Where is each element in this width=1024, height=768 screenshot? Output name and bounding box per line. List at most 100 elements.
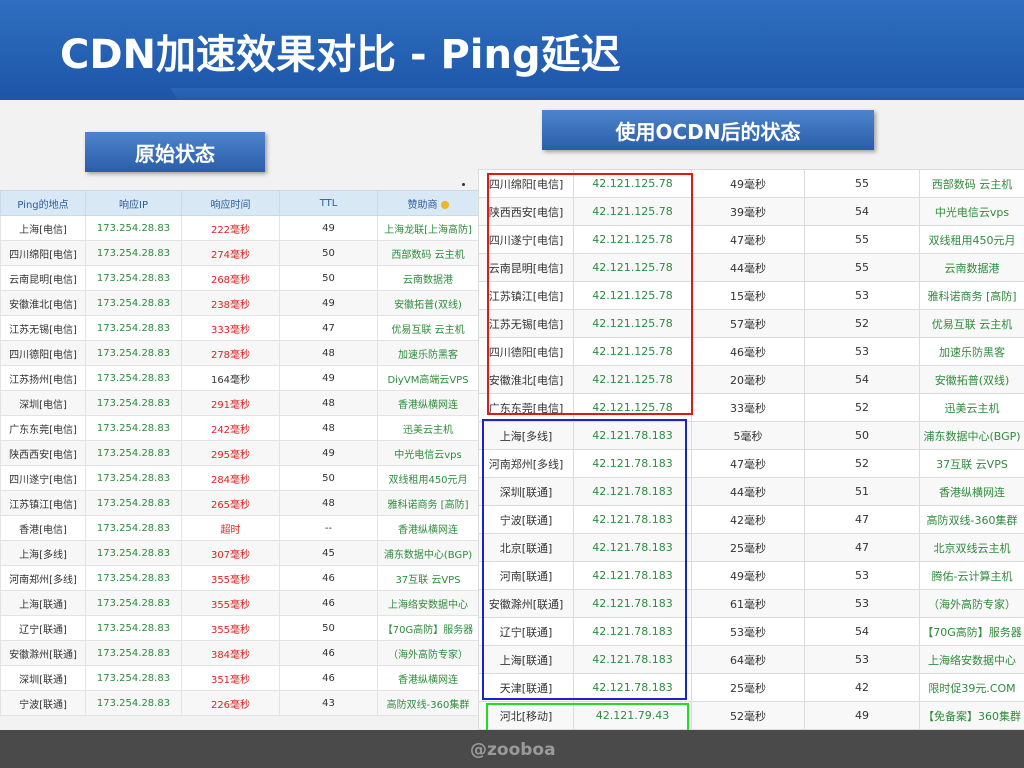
ttl-value: 51: [804, 477, 920, 506]
response-time: 20毫秒: [691, 365, 805, 394]
sponsor-link: 【70G高防】服务器: [919, 617, 1024, 646]
table-row: 深圳[联通] 173.254.28.83 351毫秒 46 香港纵横网连: [0, 665, 479, 691]
sponsor-link: 高防双线-360集群: [377, 690, 479, 716]
sponsor-link: 加速乐防黑客: [919, 337, 1024, 366]
ping-location: 辽宁[联通]: [0, 615, 86, 641]
ping-location: 上海[联通]: [0, 590, 86, 616]
ping-location: 四川遂宁[电信]: [478, 225, 574, 254]
table-row: 江苏镇江[电信] 173.254.28.83 265毫秒 48 雅科诺商务 [高防]: [0, 490, 479, 516]
sponsor-link: 香港纵横网连: [377, 390, 479, 416]
sponsor-link: 上海龙联[上海高防]: [377, 215, 479, 241]
ttl-value: 50: [279, 615, 378, 641]
ping-location: 广东东莞[电信]: [0, 415, 86, 441]
sponsor-link: 上海络安数据中心: [377, 590, 479, 616]
ping-location: 上海[联通]: [478, 645, 574, 674]
ttl-value: 54: [804, 365, 920, 394]
response-time: 33毫秒: [691, 393, 805, 422]
table-row: 安徽滁州[联通] 173.254.28.83 384毫秒 46 （海外高防专家）: [0, 640, 479, 666]
response-ip: 42.121.125.78: [573, 225, 692, 254]
response-time: 61毫秒: [691, 589, 805, 618]
response-ip: 173.254.28.83: [85, 265, 182, 291]
response-time: 49毫秒: [691, 561, 805, 590]
ttl-value: 53: [804, 589, 920, 618]
ping-location: 深圳[联通]: [0, 665, 86, 691]
sponsor-link: 西部数码 云主机: [377, 240, 479, 266]
response-time: 53毫秒: [691, 617, 805, 646]
ttl-value: 52: [804, 309, 920, 338]
original-ping-table: Ping的地点 响应IP 响应时间 TTL 赞助商 上海[电信] 173.254.…: [0, 190, 479, 716]
ttl-value: 48: [279, 340, 378, 366]
response-ip: 173.254.28.83: [85, 340, 182, 366]
original-table-header: Ping的地点 响应IP 响应时间 TTL 赞助商: [0, 190, 479, 216]
response-ip: 173.254.28.83: [85, 640, 182, 666]
response-time: 333毫秒: [181, 315, 280, 341]
response-ip: 173.254.28.83: [85, 440, 182, 466]
sponsor-link: 北京双线云主机: [919, 533, 1024, 562]
ping-location: 江苏无锡[电信]: [0, 315, 86, 341]
ttl-value: 42: [804, 673, 920, 702]
table-row: 辽宁[联通] 173.254.28.83 355毫秒 50 【70G高防】服务器: [0, 615, 479, 641]
response-time: 222毫秒: [181, 215, 280, 241]
ttl-value: 46: [279, 665, 378, 691]
table-row: 江苏扬州[电信] 173.254.28.83 164毫秒 49 DiyVM高端云VPS: [0, 365, 479, 391]
ttl-value: 45: [279, 540, 378, 566]
response-ip: 173.254.28.83: [85, 315, 182, 341]
response-ip: 42.121.125.78: [573, 281, 692, 310]
response-ip: 173.254.28.83: [85, 365, 182, 391]
response-ip: 173.254.28.83: [85, 415, 182, 441]
ttl-value: 49: [279, 440, 378, 466]
ping-location: 河南[联通]: [478, 561, 574, 590]
ping-location: 安徽淮北[电信]: [0, 290, 86, 316]
response-time: 278毫秒: [181, 340, 280, 366]
response-time: 64毫秒: [691, 645, 805, 674]
ttl-value: 48: [279, 390, 378, 416]
response-time: 295毫秒: [181, 440, 280, 466]
help-icon: [440, 200, 449, 209]
table-row: 香港[电信] 173.254.28.83 超时 -- 香港纵横网连: [0, 515, 479, 541]
ttl-value: 48: [279, 415, 378, 441]
table-row: 河南[联通] 42.121.78.183 49毫秒 53 腾佑-云计算主机: [478, 561, 1024, 590]
table-row: 江苏无锡[电信] 173.254.28.83 333毫秒 47 优易互联 云主机: [0, 315, 479, 341]
response-time: 57毫秒: [691, 309, 805, 338]
ttl-value: 49: [279, 365, 378, 391]
ttl-value: 55: [804, 253, 920, 282]
ping-location: 云南昆明[电信]: [478, 253, 574, 282]
response-time: 284毫秒: [181, 465, 280, 491]
ping-location: 河南郑州[多线]: [478, 449, 574, 478]
sponsor-link: 雅科诺商务 [高防]: [919, 281, 1024, 310]
sponsor-link: 云南数据港: [377, 265, 479, 291]
ping-location: 天津[联通]: [478, 673, 574, 702]
ping-location: 辽宁[联通]: [478, 617, 574, 646]
header-ip: 响应IP: [85, 190, 182, 216]
response-time: 355毫秒: [181, 615, 280, 641]
response-time: 307毫秒: [181, 540, 280, 566]
ping-location: 江苏扬州[电信]: [0, 365, 86, 391]
table-row: 宁波[联通] 42.121.78.183 42毫秒 47 高防双线-360集群: [478, 505, 1024, 534]
sponsor-link: 【70G高防】服务器: [377, 615, 479, 641]
ttl-value: 49: [279, 215, 378, 241]
response-ip: 173.254.28.83: [85, 490, 182, 516]
ping-location: 四川绵阳[电信]: [0, 240, 86, 266]
response-time: 5毫秒: [691, 421, 805, 450]
ttl-value: 55: [804, 225, 920, 254]
response-ip: 173.254.28.83: [85, 540, 182, 566]
response-ip: 42.121.125.78: [573, 253, 692, 282]
response-time: 39毫秒: [691, 197, 805, 226]
ping-location: 江苏镇江[电信]: [478, 281, 574, 310]
response-ip: 173.254.28.83: [85, 390, 182, 416]
response-time: 291毫秒: [181, 390, 280, 416]
ping-location: 深圳[联通]: [478, 477, 574, 506]
response-ip: 173.254.28.83: [85, 665, 182, 691]
response-time: 15毫秒: [691, 281, 805, 310]
response-time: 351毫秒: [181, 665, 280, 691]
ttl-value: 50: [279, 240, 378, 266]
sponsor-link: 香港纵横网连: [377, 515, 479, 541]
ttl-value: 46: [279, 565, 378, 591]
response-ip: 42.121.78.183: [573, 505, 692, 534]
response-ip: 42.121.79.43: [573, 701, 692, 730]
ping-location: 陕西西安[电信]: [478, 197, 574, 226]
ping-location: 上海[多线]: [478, 421, 574, 450]
ping-location: 陕西西安[电信]: [0, 440, 86, 466]
ping-location: 广东东莞[电信]: [478, 393, 574, 422]
table-row: 四川德阳[电信] 42.121.125.78 46毫秒 53 加速乐防黑客: [478, 337, 1024, 366]
